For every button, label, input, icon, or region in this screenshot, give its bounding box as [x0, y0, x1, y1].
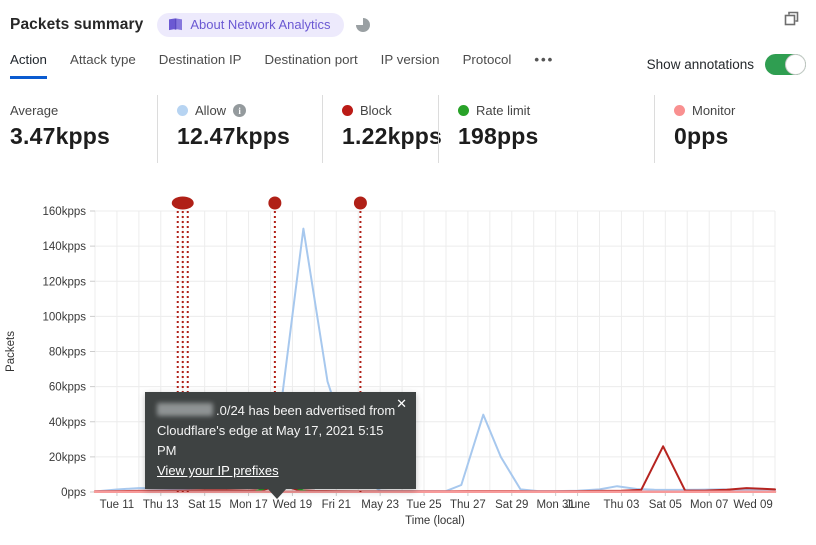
y-tick-label: 120kpps: [43, 276, 87, 288]
tab-destination-ip[interactable]: Destination IP: [159, 52, 242, 76]
stat-monitor: Monitor 0pps: [654, 95, 806, 163]
stat-average-label: Average: [10, 103, 59, 118]
tab-ip-version[interactable]: IP version: [381, 52, 440, 76]
allow-dot-icon: [177, 105, 188, 116]
packets-summary-panel: { "header": { "title": "Packets summary"…: [0, 0, 816, 545]
stat-block: Block 1.22kpps: [322, 95, 443, 163]
rate-limit-dot-icon: [458, 105, 469, 116]
y-tick-label: 20kpps: [49, 452, 86, 464]
annotation-marker[interactable]: [353, 196, 367, 210]
tooltip-arrow: [267, 488, 287, 499]
stat-average-value: 3.47kpps: [10, 123, 111, 149]
x-tick-label: Wed 09: [733, 499, 772, 511]
x-tick-label: Tue 25: [406, 499, 441, 511]
stat-allow-value: 12.47kpps: [177, 123, 291, 149]
stat-rate-limit-label: Rate limit: [476, 103, 531, 118]
book-icon: [169, 18, 183, 31]
x-tick-label: Tue 11: [100, 499, 135, 511]
stat-monitor-value: 0pps: [674, 123, 729, 149]
pie-chart-icon[interactable]: [355, 18, 370, 32]
block-dot-icon: [342, 105, 353, 116]
tooltip-line2: Cloudflare's edge at May 17, 2021 5:15 P…: [157, 423, 384, 458]
show-annotations-group: Show annotations: [647, 54, 806, 75]
x-tick-label: Sat 05: [649, 499, 682, 511]
pop-out-icon[interactable]: [783, 10, 800, 27]
stat-rate-limit-value: 198pps: [458, 123, 539, 149]
about-badge-label: About Network Analytics: [190, 17, 331, 32]
tab-protocol[interactable]: Protocol: [463, 52, 512, 76]
x-tick-label: Mon 17: [229, 499, 267, 511]
y-tick-label: 140kpps: [43, 241, 87, 253]
tab-destination-port[interactable]: Destination port: [265, 52, 358, 76]
show-annotations-toggle[interactable]: [765, 54, 806, 75]
show-annotations-label: Show annotations: [646, 57, 754, 72]
y-axis-title: Packets: [5, 331, 17, 372]
stat-allow: Allow i 12.47kpps: [157, 95, 322, 163]
view-ip-prefixes-link[interactable]: View your IP prefixes: [157, 463, 279, 478]
x-tick-label: Sat 15: [188, 499, 221, 511]
y-tick-label: 0pps: [61, 487, 86, 499]
x-tick-label: Wed 19: [273, 499, 312, 511]
x-tick-label: June: [565, 499, 590, 511]
stat-block-value: 1.22kpps: [342, 123, 443, 149]
x-tick-label: Sat 29: [495, 499, 528, 511]
y-tick-label: 100kpps: [43, 311, 87, 323]
panel-header: Packets summary About Network Analytics: [10, 11, 782, 39]
annotation-marker[interactable]: [268, 196, 282, 210]
y-tick-label: 80kpps: [49, 347, 86, 359]
stats-legend-row: Average 3.47kpps Allow i 12.47kpps Block…: [10, 95, 806, 163]
y-tick-label: 60kpps: [49, 382, 86, 394]
monitor-dot-icon: [674, 105, 685, 116]
x-tick-label: Thu 27: [450, 499, 486, 511]
about-network-analytics-badge[interactable]: About Network Analytics: [157, 13, 344, 37]
annotation-cluster-marker[interactable]: [171, 196, 194, 210]
stat-allow-label: Allow: [195, 103, 227, 118]
x-tick-label: May 23: [361, 499, 399, 511]
page-title: Packets summary: [10, 16, 144, 33]
x-tick-label: Fri 21: [322, 499, 351, 511]
toggle-knob: [785, 54, 806, 75]
stat-block-label: Block: [360, 103, 392, 118]
x-tick-label: Mon 07: [690, 499, 728, 511]
x-tick-label: Thu 03: [604, 499, 640, 511]
dimension-tabs: Action Attack type Destination IP Destin…: [10, 52, 806, 79]
y-tick-label: 40kpps: [49, 417, 86, 429]
y-tick-label: 160kpps: [43, 206, 87, 218]
annotation-tooltip: ✕ .0/24 has been advertised from Cloudfl…: [145, 392, 416, 499]
tab-action[interactable]: Action: [10, 52, 47, 79]
tooltip-line1: .0/24 has been advertised from: [216, 403, 396, 418]
packets-time-series-chart[interactable]: 0pps 20kpps 40kpps 60kpps 80kpps 100kpps 120kp…: [0, 195, 816, 545]
stat-rate-limit: Rate limit 198pps: [438, 95, 654, 163]
info-icon[interactable]: i: [233, 104, 247, 117]
x-tick-label: Thu 13: [143, 499, 179, 511]
stat-average: Average 3.47kpps: [10, 95, 157, 163]
tab-attack-type[interactable]: Attack type: [70, 52, 136, 76]
x-axis-title: Time (local): [405, 515, 465, 527]
tab-more-ellipsis[interactable]: •••: [534, 52, 554, 76]
tooltip-close-icon[interactable]: ✕: [396, 397, 407, 410]
redacted-ip-prefix: [157, 403, 213, 416]
stat-monitor-label: Monitor: [692, 103, 736, 118]
